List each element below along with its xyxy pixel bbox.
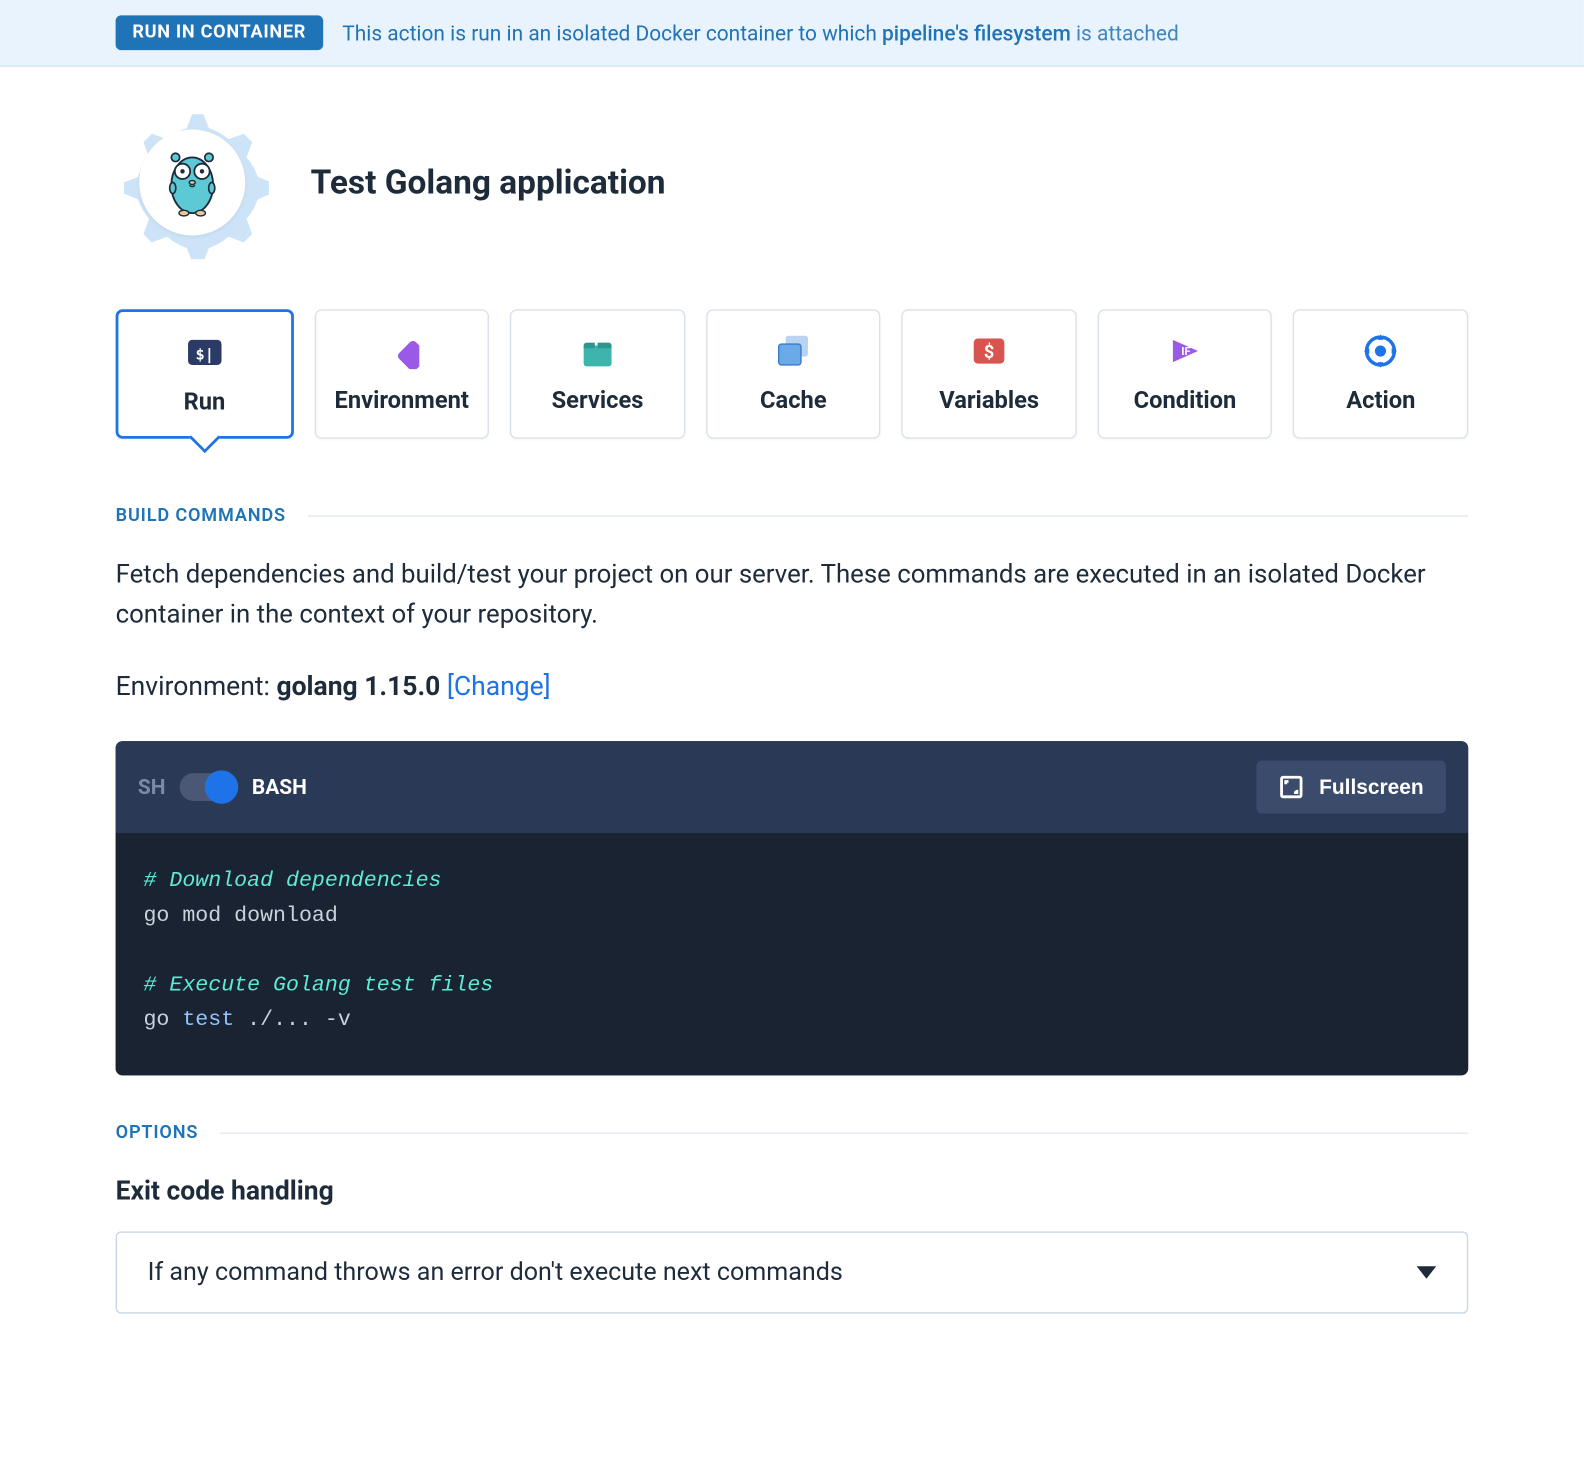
banner-pre: This action is run in an isolated Docker… (342, 20, 882, 45)
exit-code-label: Exit code handling (116, 1175, 1469, 1207)
exit-code-select[interactable]: If any command throws an error don't exe… (116, 1232, 1469, 1314)
tab-condition[interactable]: IF Condition (1098, 309, 1273, 439)
page-title: Test Golang application (311, 163, 666, 202)
svg-text:$|: $| (195, 345, 213, 364)
info-banner: RUN IN CONTAINER This action is run in a… (0, 0, 1584, 67)
environment-icon (381, 333, 423, 369)
environment-line: Environment: golang 1.15.0 [Change] (116, 671, 1469, 703)
tab-cache[interactable]: Cache (706, 309, 881, 439)
build-section-title: BUILD COMMANDS (116, 506, 1469, 527)
tab-label: Action (1346, 387, 1415, 415)
env-label: Environment: (116, 671, 277, 703)
banner-text: This action is run in an isolated Docker… (342, 20, 1178, 45)
options-section-title: OPTIONS (116, 1123, 1469, 1144)
tab-services[interactable]: Services (510, 309, 685, 439)
fullscreen-label: Fullscreen (1319, 776, 1424, 800)
golang-gopher-icon (162, 146, 223, 218)
tab-label: Condition (1134, 387, 1237, 415)
editor-body[interactable]: # Download dependencies go mod download … (116, 833, 1469, 1075)
tab-variables[interactable]: $ Variables (902, 309, 1077, 439)
svg-text:IF: IF (1181, 345, 1190, 358)
action-icon (1360, 333, 1402, 369)
variables-icon: $ (968, 333, 1010, 369)
change-env-link[interactable]: [Change] (447, 671, 551, 703)
container-chip: RUN IN CONTAINER (116, 15, 323, 50)
tab-label: Services (552, 387, 644, 415)
tab-label: Cache (760, 387, 827, 415)
pipeline-filesystem-link[interactable]: pipeline's filesystem (882, 20, 1071, 45)
tab-label: Run (184, 389, 226, 417)
run-icon: $| (184, 334, 226, 370)
tab-action[interactable]: Action (1293, 309, 1468, 439)
tab-label: Environment (334, 387, 468, 415)
svg-text:$: $ (984, 342, 994, 363)
shell-toggle[interactable] (179, 774, 235, 802)
bash-label: BASH (252, 775, 307, 800)
action-logo (116, 106, 269, 259)
services-icon (577, 333, 619, 369)
tab-run[interactable]: $| Run (116, 309, 294, 439)
sh-label: SH (138, 775, 166, 800)
banner-post: is attached (1071, 20, 1179, 45)
tab-environment[interactable]: Environment (314, 309, 489, 439)
editor-toolbar: SH BASH Fullscreen (116, 742, 1469, 834)
env-value: golang 1.15.0 (276, 671, 440, 703)
chevron-down-icon (1417, 1267, 1437, 1280)
fullscreen-button[interactable]: Fullscreen (1256, 761, 1445, 814)
cache-icon (772, 333, 814, 369)
build-description: Fetch dependencies and build/test your p… (116, 554, 1469, 634)
fullscreen-icon (1279, 775, 1304, 800)
tab-label: Variables (939, 387, 1039, 415)
page-header: Test Golang application (116, 67, 1469, 309)
condition-icon: IF (1164, 333, 1206, 369)
tabs: $| Run Environment Services Cache $ (116, 309, 1469, 439)
select-value: If any command throws an error don't exe… (148, 1258, 843, 1287)
code-editor: SH BASH Fullscreen # Download dependenci… (116, 742, 1469, 1076)
